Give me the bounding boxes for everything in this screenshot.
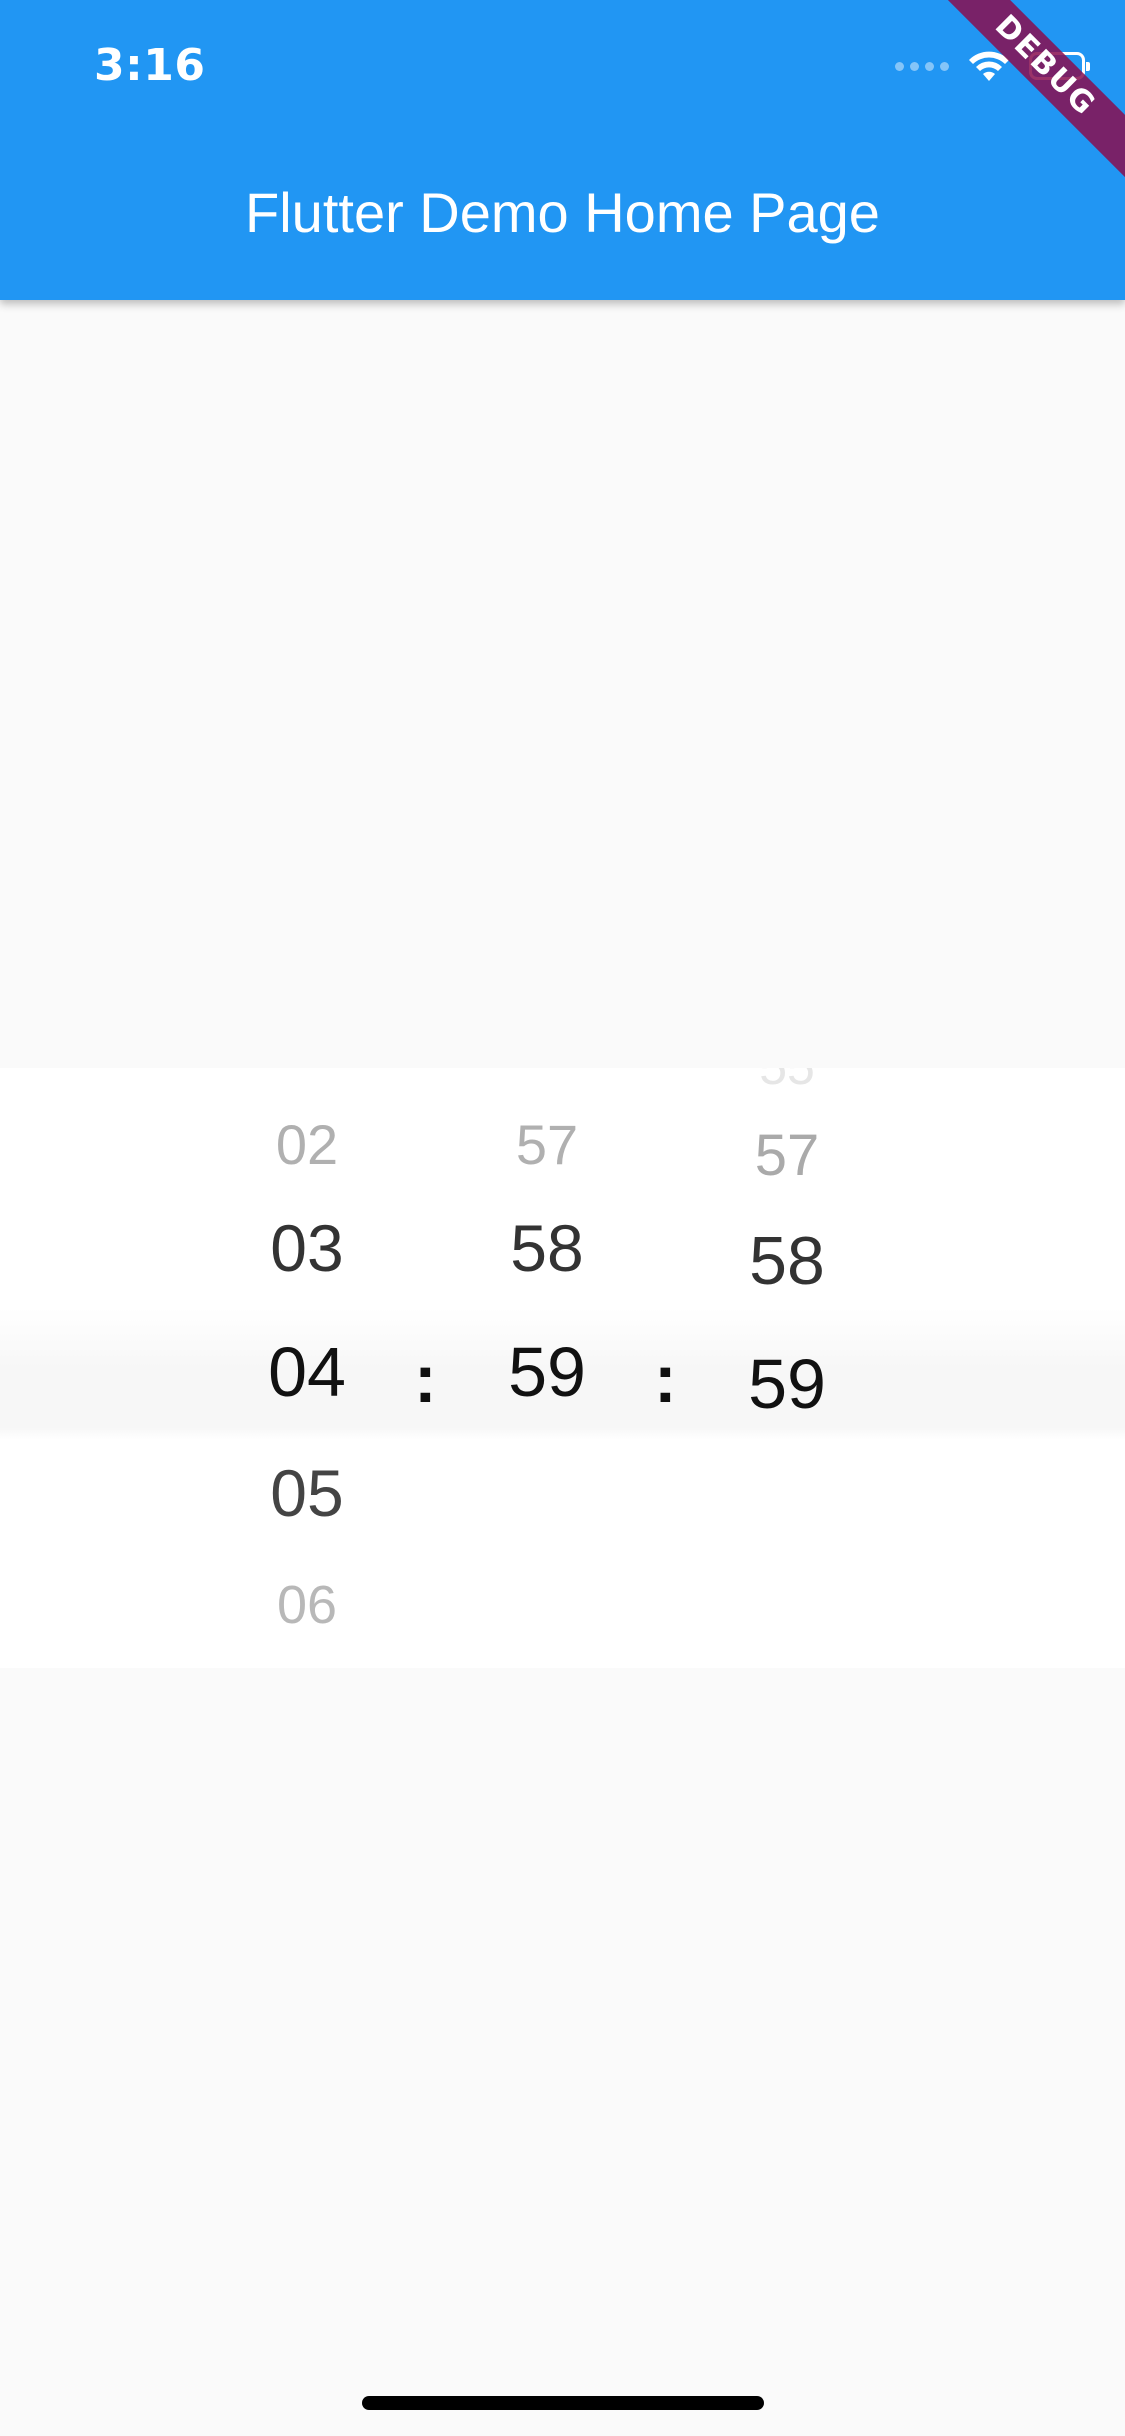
status-time: 3:16 xyxy=(94,40,206,91)
seconds-wheel[interactable]: 55 57 58 59 xyxy=(687,1068,887,1668)
minutes-item-selected[interactable]: 59 xyxy=(447,1332,647,1412)
page-title: Flutter Demo Home Page xyxy=(245,181,880,244)
minute-second-separator: : xyxy=(654,1341,677,1417)
app-bar: 3:16 Flutter Demo Home Page xyxy=(0,0,1125,300)
home-indicator[interactable] xyxy=(362,2396,764,2410)
signal-dots-icon xyxy=(895,61,949,71)
hours-item[interactable]: 03 xyxy=(207,1210,407,1286)
seconds-item[interactable]: 55 xyxy=(687,1068,887,1096)
hours-item[interactable]: 06 xyxy=(207,1574,407,1636)
hours-item[interactable]: 05 xyxy=(207,1455,407,1531)
minutes-wheel[interactable]: 57 58 59 xyxy=(447,1068,647,1668)
hours-item-selected[interactable]: 04 xyxy=(207,1332,407,1412)
minutes-item[interactable]: 57 xyxy=(447,1112,647,1177)
minutes-item[interactable]: 58 xyxy=(447,1210,647,1286)
screen: 3:16 Flutter Demo Home Page DEBUG 02 03 … xyxy=(0,0,1125,2436)
time-picker[interactable]: 02 03 04 05 06 : 57 58 59 : 55 57 58 59 xyxy=(0,1068,1125,1668)
seconds-item[interactable]: 57 xyxy=(687,1122,887,1189)
seconds-item[interactable]: 58 xyxy=(687,1222,887,1300)
hour-minute-separator: : xyxy=(414,1341,437,1417)
hours-wheel[interactable]: 02 03 04 05 06 xyxy=(207,1068,407,1668)
seconds-item-selected[interactable]: 59 xyxy=(687,1344,887,1424)
hours-item[interactable]: 02 xyxy=(207,1112,407,1177)
